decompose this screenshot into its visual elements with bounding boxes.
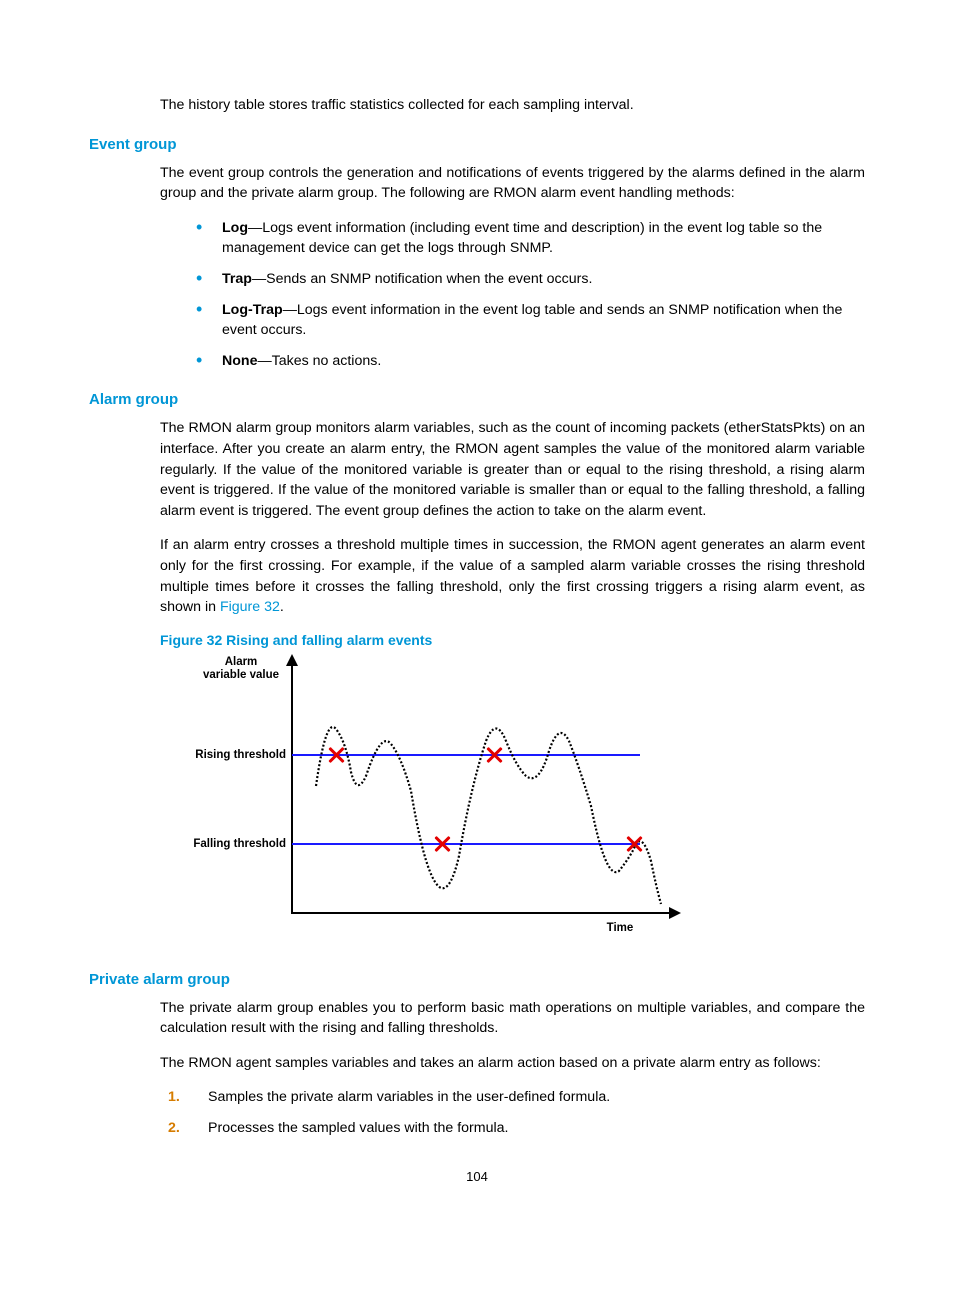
term-logtrap: Log-Trap xyxy=(222,302,283,318)
cross-icon xyxy=(485,746,503,764)
y-axis-label-2: variable value xyxy=(203,669,279,681)
intro-paragraph: The history table stores traffic statist… xyxy=(160,95,865,116)
cross-icon xyxy=(327,746,345,764)
heading-private-alarm: Private alarm group xyxy=(89,971,865,988)
step-num: 1. xyxy=(168,1087,180,1108)
event-item-log: Log—Logs event information (including ev… xyxy=(196,218,865,259)
desc-none: —Takes no actions. xyxy=(257,353,381,369)
step-text: Samples the private alarm variables in t… xyxy=(208,1089,610,1105)
alarm-p2: If an alarm entry crosses a threshold mu… xyxy=(160,535,865,617)
private-p1: The private alarm group enables you to p… xyxy=(160,998,865,1039)
step-num: 2. xyxy=(168,1118,180,1139)
term-log: Log xyxy=(222,220,248,236)
x-axis-label: Time xyxy=(590,922,650,935)
private-p2: The RMON agent samples variables and tak… xyxy=(160,1053,865,1074)
event-item-logtrap: Log-Trap—Logs event information in the e… xyxy=(196,300,865,341)
desc-log: —Logs event information (including event… xyxy=(222,220,822,257)
event-group-para: The event group controls the generation … xyxy=(160,163,865,204)
event-methods-list: Log—Logs event information (including ev… xyxy=(196,218,865,372)
private-steps: 1. Samples the private alarm variables in… xyxy=(168,1087,865,1138)
y-axis-label-1: Alarm xyxy=(225,656,258,668)
figure-32: Alarm variable value Rising threshold Fa… xyxy=(160,656,660,951)
desc-trap: —Sends an SNMP notification when the eve… xyxy=(252,271,592,287)
event-group-body: The event group controls the generation … xyxy=(160,163,865,372)
event-item-none: None—Takes no actions. xyxy=(196,351,865,372)
cross-icon xyxy=(625,835,643,853)
cross-icon xyxy=(433,835,451,853)
heading-event-group: Event group xyxy=(89,136,865,153)
alarm-p1: The RMON alarm group monitors alarm vari… xyxy=(160,418,865,521)
term-trap: Trap xyxy=(222,271,252,287)
alarm-curve xyxy=(291,656,671,914)
step-2: 2. Processes the sampled values with the … xyxy=(168,1118,865,1139)
step-1: 1. Samples the private alarm variables in… xyxy=(168,1087,865,1108)
event-item-trap: Trap—Sends an SNMP notification when the… xyxy=(196,269,865,290)
private-alarm-body: The private alarm group enables you to p… xyxy=(160,998,865,1139)
y-axis-label: Alarm variable value xyxy=(195,656,287,682)
desc-logtrap: —Logs event information in the event log… xyxy=(222,302,842,339)
heading-alarm-group: Alarm group xyxy=(89,391,865,408)
step-text: Processes the sampled values with the fo… xyxy=(208,1120,508,1136)
alarm-p2b: . xyxy=(280,599,284,615)
document-page: The history table stores traffic statist… xyxy=(0,0,954,1244)
rising-threshold-label: Rising threshold xyxy=(160,749,286,762)
falling-threshold-label: Falling threshold xyxy=(160,838,286,851)
figure-link[interactable]: Figure 32 xyxy=(220,599,280,615)
term-none: None xyxy=(222,353,257,369)
alarm-group-body: The RMON alarm group monitors alarm vari… xyxy=(160,418,865,950)
figure-caption: Figure 32 Rising and falling alarm event… xyxy=(160,632,865,648)
page-number: 104 xyxy=(89,1169,865,1184)
